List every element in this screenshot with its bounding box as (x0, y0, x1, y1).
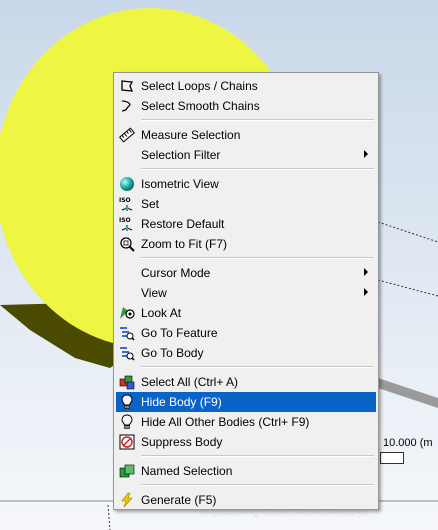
select-smooth-chains-icon (119, 98, 135, 114)
submenu-arrow-icon (364, 150, 368, 158)
submenu-arrow-icon (364, 268, 368, 276)
menu-separator (141, 366, 374, 368)
named-selection-icon (119, 463, 135, 479)
menu-item-label: Zoom to Fit (F7) (141, 237, 228, 251)
menu-item-look-at[interactable]: Look At (116, 303, 376, 323)
menu-item-select-smooth-chains[interactable]: Select Smooth Chains (116, 96, 376, 116)
menu-item-label: Go To Feature (141, 326, 218, 340)
svg-text:ISO: ISO (119, 197, 131, 204)
menu-item-selection-filter[interactable]: Selection Filter (116, 145, 376, 165)
svg-text:ISO: ISO (119, 217, 131, 224)
lightbulb-icon (119, 414, 135, 430)
plate-edge (378, 378, 438, 408)
dashed-line-mid (377, 279, 438, 297)
menu-item-restore-default[interactable]: ISO Restore Default (116, 214, 376, 234)
menu-item-set[interactable]: ISO Set (116, 194, 376, 214)
menu-item-label: Suppress Body (141, 435, 223, 449)
menu-item-hide-body-f9[interactable]: Hide Body (F9) (116, 392, 376, 412)
menu-item-cursor-mode[interactable]: Cursor Mode (116, 263, 376, 283)
menu-item-named-selection[interactable]: Named Selection (116, 461, 376, 481)
menu-item-label: Hide Body (F9) (141, 395, 222, 409)
iso-restore-icon: ISO (119, 216, 135, 232)
iso-set-icon: ISO (119, 196, 135, 212)
menu-item-label: Look At (141, 306, 182, 320)
lightning-icon (119, 492, 135, 508)
menu-item-label: Hide All Other Bodies (Ctrl+ F9) (141, 415, 310, 429)
menu-item-label: Selection Filter (141, 148, 221, 162)
menu-item-isometric-view[interactable]: Isometric View (116, 174, 376, 194)
menu-item-measure-selection[interactable]: Measure Selection (116, 125, 376, 145)
menu-item-label: Go To Body (141, 346, 204, 360)
menu-item-label: Set (141, 197, 160, 211)
suppress-body-icon (119, 434, 135, 450)
ruler-icon (119, 127, 135, 143)
lightbulb-icon (119, 394, 135, 410)
menu-item-select-all-ctrl-a[interactable]: Select All (Ctrl+ A) (116, 372, 376, 392)
select-all-icon (119, 374, 135, 390)
menu-separator (141, 257, 374, 259)
menu-item-label: Named Selection (141, 464, 233, 478)
zoom-fit-icon (119, 236, 135, 252)
menu-separator (141, 168, 374, 170)
go-to-feature-icon (119, 325, 135, 341)
context-menu: Select Loops / Chains Select Smooth Chain… (113, 72, 379, 510)
menu-item-select-loops-chains[interactable]: Select Loops / Chains (116, 76, 376, 96)
menu-item-label: Cursor Mode (141, 266, 211, 280)
menu-separator (141, 455, 374, 457)
sphere-icon (119, 176, 135, 192)
menu-separator (141, 484, 374, 486)
menu-separator (141, 119, 374, 121)
select-loops-icon (119, 78, 135, 94)
submenu-arrow-icon (364, 288, 368, 296)
dashed-line-top (377, 221, 438, 243)
go-to-body-icon (119, 345, 135, 361)
menu-item-view[interactable]: View (116, 283, 376, 303)
menu-item-label: Restore Default (141, 217, 225, 231)
scale-bar (380, 452, 404, 464)
scale-label: 10.000 (m (383, 437, 433, 449)
menu-item-label: View (141, 286, 167, 300)
menu-item-label: Select Loops / Chains (141, 79, 258, 93)
menu-item-zoom-to-fit-f7[interactable]: Zoom to Fit (F7) (116, 234, 376, 254)
menu-item-suppress-body[interactable]: Suppress Body (116, 432, 376, 452)
menu-item-go-to-feature[interactable]: Go To Feature (116, 323, 376, 343)
menu-item-generate-f5[interactable]: Generate (F5) (116, 490, 376, 510)
menu-item-label: Measure Selection (141, 128, 241, 142)
menu-item-label: Isometric View (141, 177, 219, 191)
menu-item-go-to-body[interactable]: Go To Body (116, 343, 376, 363)
look-at-icon (119, 305, 135, 321)
menu-item-label: Generate (F5) (141, 493, 217, 507)
menu-item-label: Select All (Ctrl+ A) (141, 375, 239, 389)
menu-item-label: Select Smooth Chains (141, 99, 260, 113)
menu-item-hide-all-other-bodies-ctrl-f9[interactable]: Hide All Other Bodies (Ctrl+ F9) (116, 412, 376, 432)
dashed-line-bottom (107, 504, 111, 530)
